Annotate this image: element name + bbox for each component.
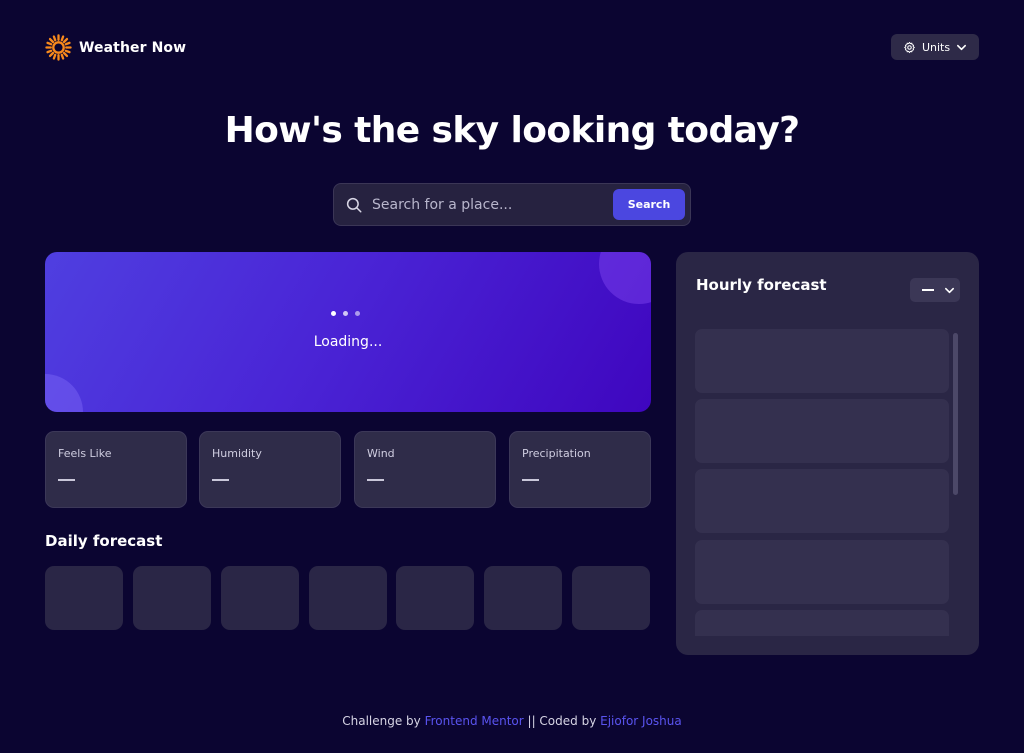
footer-middle: || Coded by	[527, 714, 597, 728]
daily-forecast-card	[133, 566, 211, 630]
stat-label: Wind	[367, 447, 395, 460]
day-select-dropdown[interactable]	[910, 278, 960, 302]
chevron-down-icon	[957, 44, 967, 50]
loading-text: Loading...	[313, 334, 383, 350]
hourly-row	[695, 329, 949, 393]
stat-value-placeholder	[522, 479, 539, 481]
footer-prefix: Challenge by	[342, 714, 421, 728]
chevron-down-icon	[945, 287, 954, 294]
stat-card-wind: Wind	[354, 431, 496, 508]
stat-value-placeholder	[367, 479, 384, 481]
search-bar: Search	[333, 183, 691, 226]
search-input[interactable]	[372, 193, 602, 217]
hourly-forecast-panel: Hourly forecast	[676, 252, 979, 655]
logo[interactable]: Weather Now	[45, 34, 186, 61]
daily-forecast-card	[221, 566, 299, 630]
daily-forecast-card	[309, 566, 387, 630]
page-title: How's the sky looking today?	[224, 110, 800, 151]
search-button[interactable]: Search	[613, 189, 685, 220]
hourly-row	[695, 610, 949, 636]
stat-label: Precipitation	[522, 447, 591, 460]
daily-forecast-card	[45, 566, 123, 630]
sun-icon	[45, 34, 72, 61]
current-weather-card: Loading...	[45, 252, 651, 412]
hourly-row	[695, 399, 949, 463]
loading-dot	[343, 311, 348, 316]
frontend-mentor-link[interactable]: Frontend Mentor	[425, 714, 524, 728]
app-header: Weather Now Units	[45, 34, 979, 61]
decorative-circle	[45, 374, 83, 412]
loading-dot	[331, 311, 336, 316]
loading-indicator	[331, 311, 360, 316]
stat-label: Humidity	[212, 447, 262, 460]
scrollbar[interactable]	[953, 333, 958, 495]
hourly-forecast-title: Hourly forecast	[696, 276, 827, 294]
daily-forecast-card	[484, 566, 562, 630]
hourly-row	[695, 469, 949, 533]
units-label: Units	[921, 40, 951, 54]
stat-value-placeholder	[58, 479, 75, 481]
search-icon	[346, 197, 362, 213]
hourly-list[interactable]	[695, 329, 949, 636]
stat-value-placeholder	[212, 479, 229, 481]
stat-card-humidity: Humidity	[199, 431, 341, 508]
daily-forecast-card	[572, 566, 650, 630]
loading-dot	[355, 311, 360, 316]
stat-card-feels-like: Feels Like	[45, 431, 187, 508]
stat-label: Feels Like	[58, 447, 112, 460]
day-select-value-placeholder	[922, 289, 934, 291]
gear-icon	[904, 41, 915, 53]
stat-card-precipitation: Precipitation	[509, 431, 651, 508]
decorative-circle	[599, 252, 651, 304]
app-title: Weather Now	[79, 39, 187, 56]
daily-forecast-card	[396, 566, 474, 630]
units-button[interactable]: Units	[891, 34, 979, 60]
daily-forecast-title: Daily forecast	[45, 532, 163, 550]
author-link[interactable]: Ejiofor Joshua	[600, 714, 682, 728]
footer: Challenge by Frontend Mentor || Coded by…	[0, 714, 1024, 728]
hourly-row	[695, 540, 949, 604]
